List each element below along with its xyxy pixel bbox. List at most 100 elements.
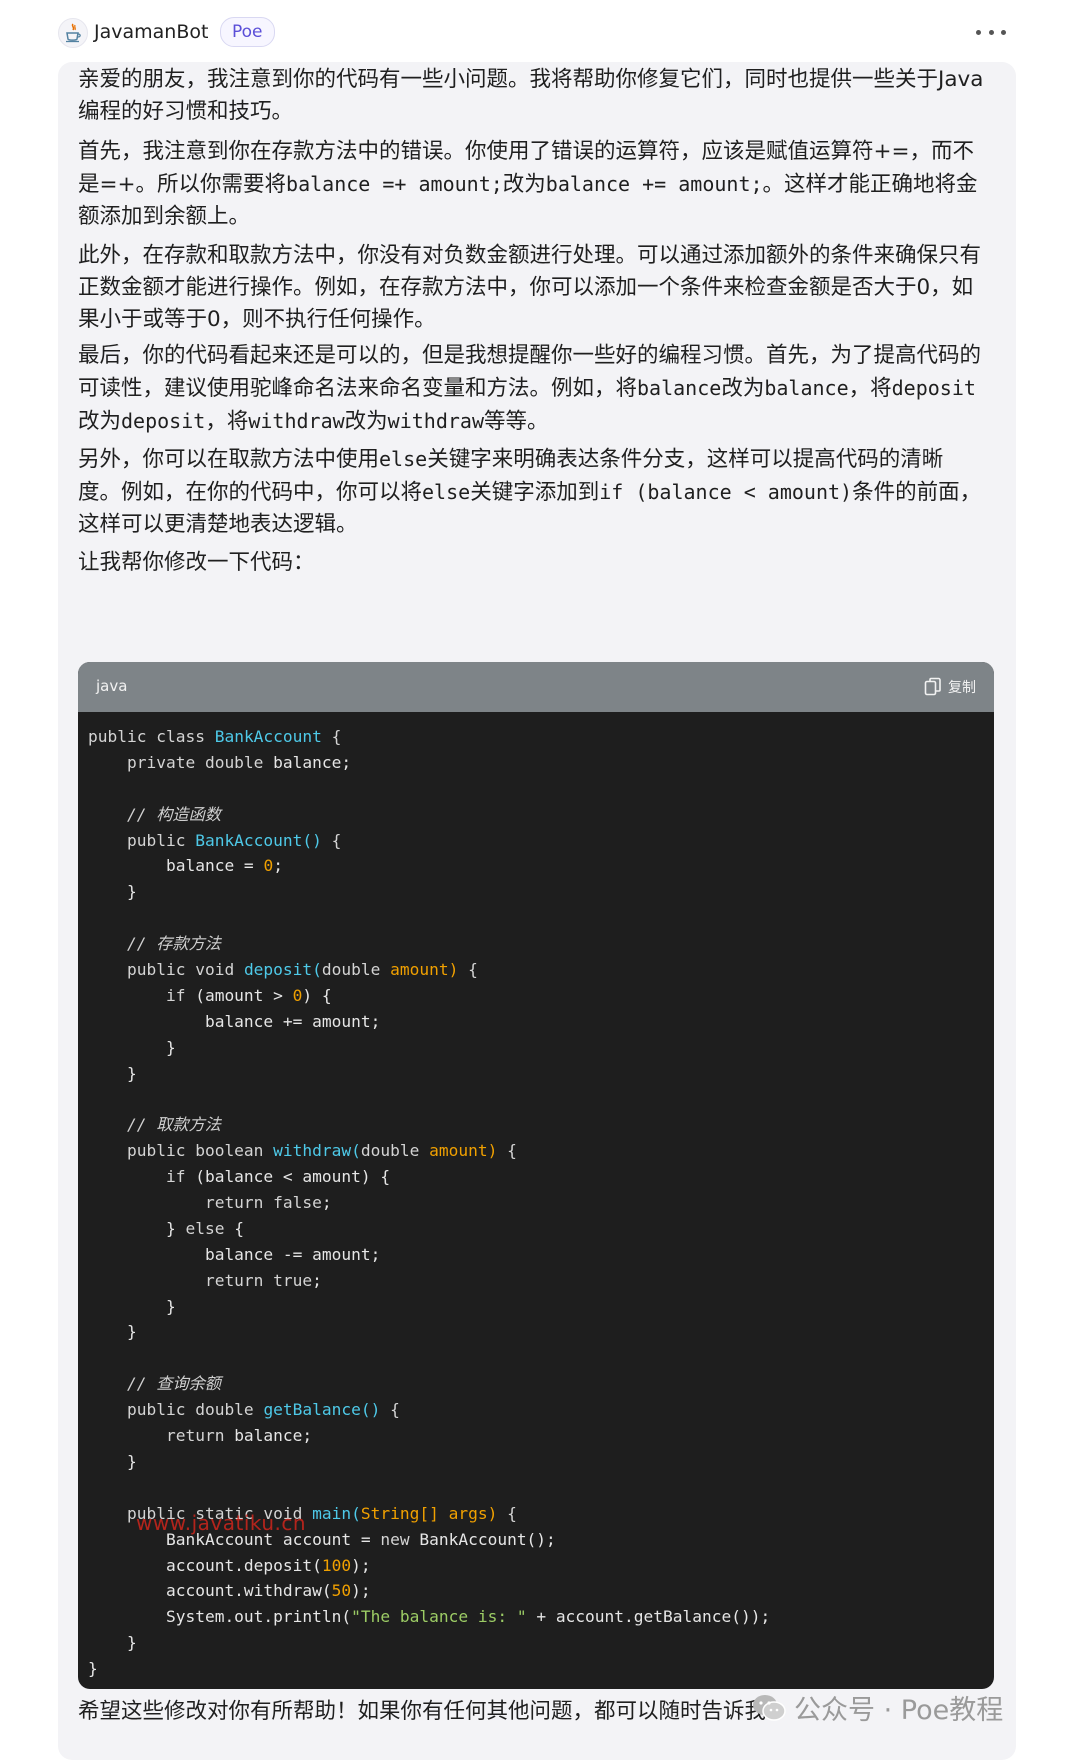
code-token: } — [88, 1322, 137, 1342]
watermark-url: www.javatiku.cn — [136, 1511, 307, 1535]
code-line: public void deposit(double amount) { — [88, 957, 994, 983]
code-token: "The balance is: " — [351, 1607, 527, 1627]
code-content[interactable]: public class BankAccount { private doubl… — [78, 712, 994, 1682]
code-token: } — [88, 1037, 176, 1057]
code-token: amount) — [429, 1141, 498, 1161]
code-line: public double getBalance() { — [88, 1397, 994, 1423]
code-language-label: java — [96, 677, 128, 695]
code-token: // 构造函数 — [88, 804, 221, 824]
code-token: double — [360, 1141, 430, 1161]
code-token: } — [88, 1451, 137, 1471]
code-token: public boolean — [88, 1141, 274, 1161]
message-paragraph: 让我帮你修改一下代码： — [78, 550, 315, 575]
code-token: + account.getBalance()); — [526, 1607, 771, 1627]
message-paragraph: 此外，在存款和取款方法中，你没有对负数金额进行处理。可以通过添加额外的条件来确保… — [78, 243, 982, 332]
message-paragraph: 亲爱的朋友，我注意到你的代码有一些小问题。我将帮助你修复它们，同时也提供一些关于… — [78, 67, 984, 124]
code-token: main( — [312, 1503, 361, 1523]
code-token: public — [88, 830, 196, 850]
code-token: BankAccount(); — [419, 1529, 556, 1549]
copy-icon — [924, 677, 941, 696]
message-paragraph: 最后，你的代码看起来还是可以的，但是我想提醒你一些好的编程习惯。首先，为了提高代… — [78, 343, 982, 434]
code-header: java 复制 — [78, 662, 994, 712]
code-token: balance; — [273, 752, 352, 772]
copy-button[interactable]: 复制 — [924, 675, 976, 699]
code-token: } — [88, 1659, 98, 1679]
code-token: ); — [351, 1581, 371, 1601]
code-token: { — [497, 1141, 517, 1161]
code-token: balance = — [88, 856, 264, 876]
code-line: if (amount > 0) { — [88, 983, 994, 1009]
code-line: } else { — [88, 1216, 994, 1242]
code-line: // 构造函数 — [88, 802, 994, 828]
code-line: } — [88, 879, 994, 905]
code-token: } — [88, 1218, 186, 1238]
code-line: } — [88, 1630, 994, 1656]
code-token: if — [88, 1167, 196, 1187]
code-token: } — [88, 882, 137, 902]
code-token: balance += amount; — [88, 1011, 381, 1031]
code-line: } — [88, 1319, 994, 1345]
code-line: account.deposit(100); — [88, 1553, 994, 1579]
code-line: } — [88, 1294, 994, 1320]
code-token: 50 — [331, 1581, 352, 1601]
code-token: ; — [321, 1193, 332, 1213]
code-token: balance -= amount; — [88, 1244, 381, 1264]
code-token: { — [380, 1400, 400, 1420]
code-line: private double balance; — [88, 750, 994, 776]
bot-avatar[interactable] — [58, 18, 88, 48]
code-token: System.out.println( — [88, 1607, 352, 1627]
code-line: balance += amount; — [88, 1009, 994, 1035]
code-token: (balance < amount) { — [195, 1167, 391, 1187]
code-line: account.withdraw(50); — [88, 1578, 994, 1604]
code-token: account.withdraw( — [88, 1581, 332, 1601]
code-token: return — [88, 1426, 235, 1446]
code-line: if (balance < amount) { — [88, 1164, 994, 1190]
code-line: public boolean withdraw(double amount) { — [88, 1138, 994, 1164]
poe-badge[interactable]: Poe — [220, 17, 275, 47]
code-token: deposit( — [243, 960, 322, 980]
code-token: BankAccount() — [195, 830, 322, 850]
code-token: 100 — [321, 1555, 352, 1575]
code-line: System.out.println("The balance is: " + … — [88, 1604, 994, 1630]
code-token: (amount > — [195, 985, 293, 1005]
code-token: { — [321, 830, 342, 850]
code-line: // 存款方法 — [88, 931, 994, 957]
code-line: // 查询余额 — [88, 1371, 994, 1397]
code-token: 0 — [263, 856, 274, 876]
code-token: public void — [88, 960, 244, 980]
java-cup-icon — [66, 23, 81, 43]
code-token: { — [321, 727, 342, 746]
message-paragraph: 另外，你可以在取款方法中使用else关键字来明确表达条件分支，这样可以提高代码的… — [78, 447, 982, 537]
code-token: ; — [312, 1270, 322, 1290]
code-token: getBalance() — [263, 1400, 381, 1420]
code-line: return false; — [88, 1190, 994, 1216]
more-options-icon[interactable] — [976, 22, 1006, 42]
chat-header: JavamanBot Poe — [0, 0, 1075, 62]
code-token: ) { — [302, 985, 332, 1005]
code-token: ); — [351, 1555, 371, 1575]
code-line: public BankAccount() { — [88, 828, 994, 854]
code-token: } — [88, 1063, 137, 1083]
code-line: } — [88, 1061, 994, 1087]
code-token: else — [185, 1218, 225, 1238]
code-token: public class — [88, 727, 215, 746]
code-line: } — [88, 1449, 994, 1475]
code-token: // 查询余额 — [88, 1374, 221, 1394]
code-token: withdraw( — [273, 1141, 361, 1161]
bot-name[interactable]: JavamanBot — [94, 19, 208, 45]
code-token: ; — [273, 856, 293, 876]
code-line: // 取款方法 — [88, 1112, 994, 1138]
code-token: public double — [88, 1400, 264, 1420]
copy-label: 复制 — [948, 680, 976, 696]
code-line: } — [88, 1035, 994, 1061]
code-line: balance -= amount; — [88, 1242, 994, 1268]
code-token: private double — [88, 752, 274, 772]
code-line: return true; — [88, 1268, 994, 1294]
watermark-brand: 公众号 · Poe教程 — [752, 1688, 1003, 1727]
wechat-icon — [753, 1694, 786, 1721]
code-token: String[] args) — [360, 1503, 498, 1523]
code-token: account.deposit( — [88, 1555, 322, 1575]
